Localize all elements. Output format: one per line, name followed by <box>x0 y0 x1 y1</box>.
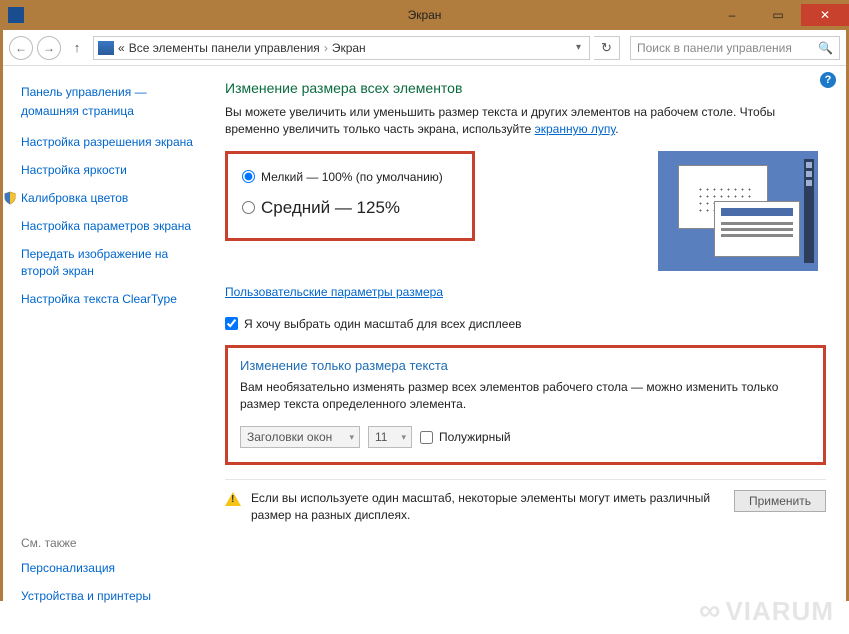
apply-button[interactable]: Применить <box>734 490 826 512</box>
sidebar-link-params[interactable]: Настройка параметров экрана <box>21 218 203 234</box>
navbar: ← → ↑ « Все элементы панели управления ›… <box>3 30 846 66</box>
minimize-button[interactable]: – <box>709 4 755 26</box>
search-placeholder: Поиск в панели управления <box>637 41 792 55</box>
watermark-logo-icon: ∞ <box>699 594 721 628</box>
intro-text: Вы можете увеличить или уменьшить размер… <box>225 104 826 139</box>
bold-checkbox-row[interactable]: Полужирный <box>420 430 511 444</box>
sidebar-link-cleartype[interactable]: Настройка текста ClearType <box>21 291 203 307</box>
text-size-heading: Изменение только размера текста <box>240 358 811 373</box>
shield-icon <box>3 191 17 205</box>
titlebar: Экран – ▭ ✕ <box>0 0 849 30</box>
sidebar-home-link[interactable]: домашняя страница <box>21 103 203 120</box>
main-content: ? Изменение размера всех элементов Вы мо… <box>213 66 846 634</box>
size-preview <box>658 151 818 271</box>
text-size-intro: Вам необязательно изменять размер всех э… <box>240 379 811 413</box>
breadcrumb[interactable]: Экран <box>332 41 366 55</box>
one-scale-checkbox-row[interactable]: Я хочу выбрать один масштаб для всех дис… <box>225 317 826 331</box>
sidebar-home-link[interactable]: Панель управления — <box>21 84 203 101</box>
search-icon: 🔍 <box>818 41 833 55</box>
breadcrumb-prefix: « <box>118 41 125 55</box>
address-dropdown-icon[interactable]: ▾ <box>572 42 585 53</box>
forward-button[interactable]: → <box>37 36 61 60</box>
breadcrumb-sep: › <box>324 41 328 55</box>
element-combo[interactable]: Заголовки окон <box>240 426 360 448</box>
see-also-devices[interactable]: Устройства и принтеры <box>21 588 151 604</box>
text-size-highlight: Изменение только размера текста Вам необ… <box>225 345 826 466</box>
breadcrumb[interactable]: Все элементы панели управления <box>129 41 320 55</box>
control-panel-icon <box>98 41 114 55</box>
warning-icon <box>225 492 241 506</box>
search-input[interactable]: Поиск в панели управления 🔍 <box>630 36 840 60</box>
watermark: ∞ VIARUM <box>699 594 834 628</box>
page-heading: Изменение размера всех элементов <box>225 80 826 96</box>
sidebar-link-project[interactable]: Передать изображение на второй экран <box>21 246 203 278</box>
up-button[interactable]: ↑ <box>67 38 87 58</box>
maximize-button[interactable]: ▭ <box>755 4 801 26</box>
sidebar-link-resolution[interactable]: Настройка разрешения экрана <box>21 134 203 150</box>
app-icon <box>8 7 24 23</box>
radio-small[interactable]: Мелкий — 100% (по умолчанию) <box>242 170 458 184</box>
back-button[interactable]: ← <box>9 36 33 60</box>
help-icon[interactable]: ? <box>820 72 836 88</box>
radio-small-input[interactable] <box>242 170 255 183</box>
radio-medium[interactable]: Средний — 125% <box>242 198 458 218</box>
bold-checkbox[interactable] <box>420 431 433 444</box>
refresh-button[interactable]: ↻ <box>594 36 620 60</box>
warning-text: Если вы используете один масштаб, некото… <box>251 490 724 524</box>
size-options-highlight: Мелкий — 100% (по умолчанию) Средний — 1… <box>225 151 475 241</box>
magnifier-link[interactable]: экранную лупу <box>535 122 616 136</box>
sidebar-link-calibration[interactable]: Калибровка цветов <box>21 190 203 206</box>
font-size-combo[interactable]: 11 <box>368 426 412 448</box>
close-button[interactable]: ✕ <box>801 4 849 26</box>
sidebar-link-brightness[interactable]: Настройка яркости <box>21 162 203 178</box>
see-also-personalization[interactable]: Персонализация <box>21 560 151 576</box>
radio-medium-input[interactable] <box>242 201 255 214</box>
address-bar[interactable]: « Все элементы панели управления › Экран… <box>93 36 590 60</box>
custom-size-link[interactable]: Пользовательские параметры размера <box>225 285 443 299</box>
sidebar: Панель управления — домашняя страница На… <box>3 66 213 634</box>
see-also-header: См. также <box>21 536 151 550</box>
window-title: Экран <box>408 8 442 22</box>
one-scale-checkbox[interactable] <box>225 317 238 330</box>
